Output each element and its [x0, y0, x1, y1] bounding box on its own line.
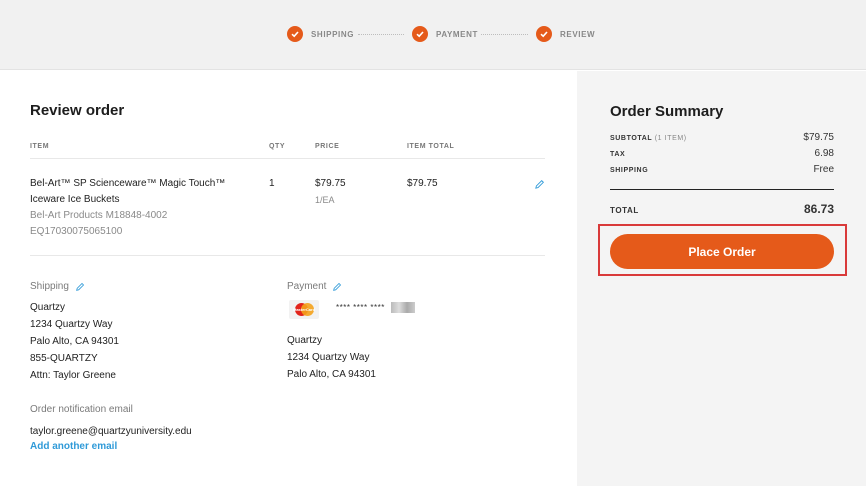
divider: [30, 255, 545, 256]
item-price: $79.75 1/EA: [315, 176, 346, 208]
item-total: $79.75: [407, 178, 438, 189]
shipping-section-title: Shipping: [30, 281, 85, 292]
subtotal-label: SUBTOTAL: [610, 135, 653, 142]
add-another-email-link[interactable]: Add another email: [30, 441, 117, 452]
column-header-qty: QTY: [269, 143, 286, 150]
billing-line: Palo Alto, CA 94301: [287, 369, 376, 380]
step-payment[interactable]: PAYMENT: [412, 26, 478, 42]
shipping-address: Quartzy 1234 Quartzy Way Palo Alto, CA 9…: [30, 299, 119, 384]
item-price-value: $79.75: [315, 178, 346, 189]
step-connector: [358, 34, 404, 35]
checkout-stepper: SHIPPING PAYMENT REVIEW: [0, 0, 866, 70]
shipping-line: 1234 Quartzy Way: [30, 319, 113, 330]
review-order-panel: Review order ITEM QTY PRICE ITEM TOTAL B…: [0, 71, 577, 486]
total-row: TOTAL 86.73: [610, 202, 834, 216]
item-vendor-sku: Bel-Art Products M18848-4002: [30, 210, 168, 221]
check-icon: [287, 26, 303, 42]
shipping-label: SHIPPING: [610, 167, 649, 174]
notification-email-title: Order notification email: [30, 404, 133, 415]
billing-line: Quartzy: [287, 335, 323, 346]
place-order-button[interactable]: Place Order: [610, 234, 834, 269]
page-title: Review order: [30, 102, 125, 119]
tax-label: TAX: [610, 151, 626, 158]
edit-item-pencil-icon[interactable]: [534, 179, 545, 190]
billing-line: 1234 Quartzy Way: [287, 352, 370, 363]
item-code: EQ17030075065100: [30, 226, 123, 237]
tax-value: 6.98: [814, 148, 834, 159]
item-name-line1: Bel-Art™ SP Scienceware™ Magic Touch™: [30, 178, 226, 189]
billing-address: Quartzy 1234 Quartzy Way Palo Alto, CA 9…: [287, 332, 376, 383]
step-shipping[interactable]: SHIPPING: [287, 26, 354, 42]
shipping-value: Free: [813, 164, 834, 175]
order-summary-title: Order Summary: [610, 103, 724, 120]
shipping-line: Palo Alto, CA 94301: [30, 336, 119, 347]
payment-title: Payment: [287, 281, 327, 292]
card-last-digits-redacted: [391, 302, 415, 313]
check-icon: [536, 26, 552, 42]
subtotal-row: SUBTOTAL (1 ITEM) $79.75: [610, 132, 834, 143]
item-description: Bel-Art™ SP Scienceware™ Magic Touch™ Ic…: [30, 176, 260, 240]
step-connector: [481, 34, 528, 35]
tax-row: TAX 6.98: [610, 148, 834, 159]
subtotal-value: $79.75: [803, 132, 834, 143]
card-masked-number: **** **** ****: [336, 303, 385, 312]
divider: [30, 158, 545, 159]
order-summary-panel: Order Summary SUBTOTAL (1 ITEM) $79.75 T…: [577, 71, 866, 486]
shipping-title: Shipping: [30, 281, 69, 292]
check-icon: [412, 26, 428, 42]
shipping-row: SHIPPING Free: [610, 164, 834, 175]
payment-section-title: Payment: [287, 281, 342, 292]
notification-email: taylor.greene@quartzyuniversity.edu: [30, 426, 192, 437]
column-header-item-total: ITEM TOTAL: [407, 143, 455, 150]
subtotal-item-count: (1 ITEM): [654, 135, 687, 142]
item-unit: 1/EA: [315, 195, 335, 205]
item-qty: 1: [269, 178, 275, 189]
step-review[interactable]: REVIEW: [536, 26, 595, 42]
column-header-price: PRICE: [315, 143, 340, 150]
step-label: SHIPPING: [311, 29, 355, 39]
shipping-line: Quartzy: [30, 302, 66, 313]
step-label: REVIEW: [560, 29, 596, 39]
mastercard-icon: MasterCard: [289, 300, 319, 319]
shipping-line: Attn: Taylor Greene: [30, 370, 116, 381]
column-header-item: ITEM: [30, 143, 50, 150]
shipping-line: 855-QUARTZY: [30, 353, 98, 364]
divider: [610, 189, 834, 190]
edit-payment-pencil-icon[interactable]: [332, 282, 342, 292]
edit-shipping-pencil-icon[interactable]: [75, 282, 85, 292]
item-name-line2: Iceware Ice Buckets: [30, 194, 120, 205]
total-value: 86.73: [803, 202, 834, 216]
total-label: TOTAL: [610, 206, 639, 215]
step-label: PAYMENT: [436, 29, 478, 39]
